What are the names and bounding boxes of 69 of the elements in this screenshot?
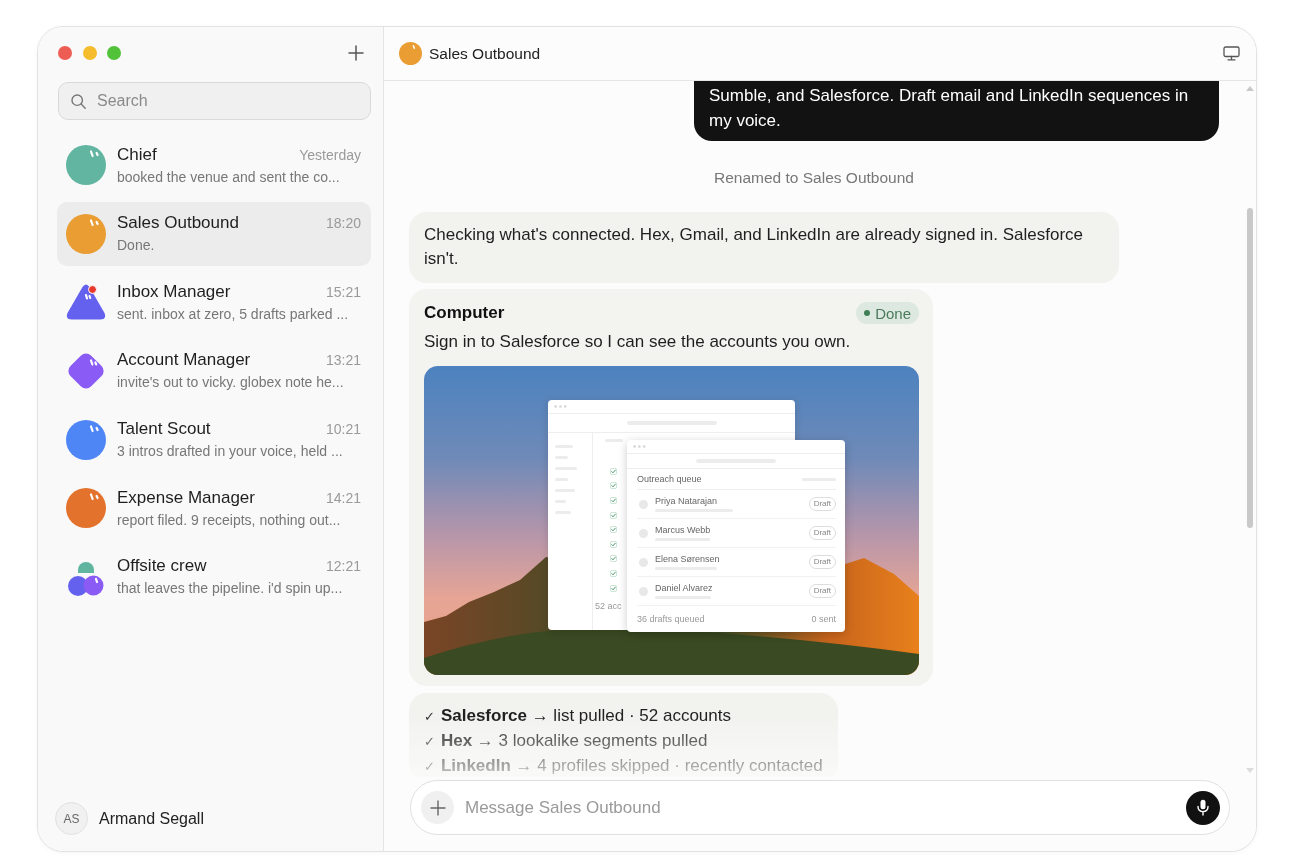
chat-name: Expense Manager [117,486,255,509]
chat-time: 13:21 [325,351,361,371]
tool-title: Computer [424,303,505,323]
chat-preview: Done. [117,236,156,256]
message-input[interactable]: Message Sales Outbound [465,797,1186,818]
chat-preview: sent. inbox at zero, 5 drafts parked ... [117,304,350,324]
user-avatar[interactable]: AS [55,802,88,835]
user-name: Armand Segall [99,809,204,828]
plus-icon [429,799,446,816]
contact-name: Elena Sørensen [655,554,720,564]
chat-time: 18:20 [325,214,361,234]
microphone-icon [1197,799,1209,816]
chat-list-item[interactable]: Sales Outbound 18:20 Done. [57,201,371,266]
zoom-button[interactable] [107,46,121,60]
chat-list-item[interactable]: Chief Yesterday booked the venue and sent the co... [57,133,371,197]
chat-name: Account Manager [117,349,251,372]
queue-count: 36 drafts queued [637,614,705,624]
avatar-icon [399,42,422,65]
tool-description: Sign in to Salesforce so I can see the accounts you own. [424,331,852,353]
chat-preview: that leaves the pipeline. i'd spin up... [117,579,344,599]
assistant-message: Checking what's connected. Hex, Gmail, and LinkedIn are already signed in. Salesforce isn't. [409,212,1119,283]
scroll-up-icon[interactable] [1245,86,1254,91]
status-text: Done [875,304,911,322]
search-icon [71,93,86,109]
chat-time: 14:21 [325,488,361,508]
queue-title: Outreach queue [637,474,702,484]
chat-name: Talent Scout [117,418,211,441]
chat-list-item[interactable]: Talent Scout 10:21 3 intros drafted in your voice, held ... [57,407,371,472]
chat-list-item[interactable]: Inbox Manager 15:21 sent. inbox at zero, 5 drafts parked ... [57,270,371,335]
checklist-line: Hex → 3 lookalike segments pulled [440,730,708,752]
chat-preview: 3 intros drafted in your voice, held ... [117,442,344,462]
chat-name: Sales Outbound [117,212,239,235]
chat-title: Sales Outbound [429,44,541,63]
search-input[interactable]: Search [97,92,297,110]
close-button[interactable] [58,46,72,60]
chat-time: 10:21 [325,420,361,440]
contact-name: Priya Natarajan [655,496,718,506]
message-field[interactable]: Message Sales Outbound [410,780,1230,835]
voice-button[interactable] [1186,790,1220,825]
plus-icon[interactable] [348,45,364,61]
event-note: Renamed to Sales Outbound [713,168,915,188]
chat-preview: invite's out to vicky. globex note he... [117,373,345,393]
checklist-line: LinkedIn → 4 profiles skipped · recently contacted [440,755,823,777]
monitor-icon[interactable] [1223,46,1240,61]
chat-time: Yesterday [299,145,361,165]
chat-preview: booked the venue and sent the co... [117,167,341,187]
checkmark-icon: ✓ [424,705,435,729]
checkmark-icon: ✓ [424,730,435,754]
contact-name: Daniel Alvarez [655,583,713,593]
search-field[interactable]: Search [58,82,371,120]
chat-name: Offsite crew [117,555,207,578]
chat-list-item[interactable]: Account Manager 13:21 invite's out to vicky. globex note he... [57,338,371,403]
chat-preview: report filed. 9 receipts, nothing out... [117,510,342,530]
scrollbar-thumb[interactable] [1246,208,1253,528]
chat-time: 12:21 [325,557,361,577]
checkmark-icon: ✓ [424,755,435,777]
checklist-line: Salesforce → list pulled · 52 accounts [440,705,731,727]
chat-list-item[interactable]: Offsite crew 12:21 that leaves the pipeline. i'd spin up... [57,544,371,609]
status-dot-icon [864,310,871,316]
window-footer-text: 52 acc [595,601,622,612]
chat-time: 15:21 [325,282,361,302]
sent-count: 0 sent [811,614,836,624]
chat-list-item[interactable]: Expense Manager 14:21 report filed. 9 receipts, nothing out... [57,476,371,541]
chat-name: Inbox Manager [117,280,231,303]
chat-name: Chief [117,143,157,166]
minimize-button[interactable] [82,46,97,60]
attach-button[interactable] [421,791,454,824]
contact-name: Marcus Webb [655,525,711,535]
user-message: Sumble, and Salesforce. Draft email and LinkedIn sequences in my voice. [694,81,1219,141]
